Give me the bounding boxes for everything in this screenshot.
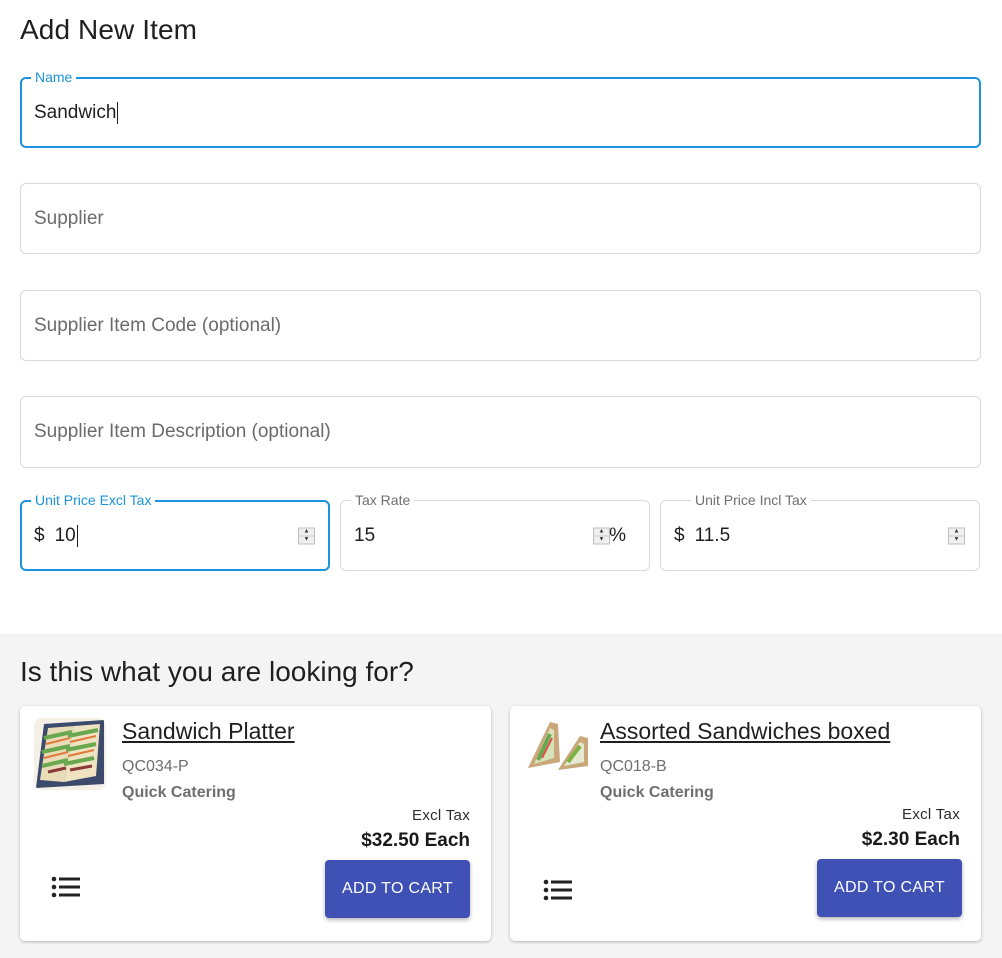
name-input[interactable]: Sandwich (34, 101, 119, 124)
product-code: QC018-B (600, 758, 667, 775)
percent-suffix: % (609, 524, 626, 546)
supplier-placeholder: Supplier (34, 207, 104, 229)
product-supplier: Quick Catering (122, 784, 236, 801)
supplier-field[interactable]: Supplier (20, 183, 981, 254)
unit-price-incl-tax-input[interactable]: $ 11.5 (674, 525, 730, 547)
unit-price-excl-tax-label: Unit Price Excl Tax (31, 492, 156, 508)
tax-rate-field[interactable]: Tax Rate 15 ▲ ▼ % (340, 492, 650, 571)
name-field[interactable]: Name Sandwich (20, 69, 981, 148)
tax-note: Excl Tax (412, 807, 470, 824)
text-caret (76, 524, 78, 547)
unit-price-excl-tax-field[interactable]: Unit Price Excl Tax $ 10 ▲ ▼ (20, 492, 330, 571)
tax-rate-input[interactable]: 15 (354, 525, 375, 547)
spin-up-icon[interactable]: ▲ (594, 528, 609, 536)
spin-up-icon[interactable]: ▲ (949, 528, 964, 536)
unit-price-excl-tax-input[interactable]: $ 10 (34, 524, 78, 547)
unit-price-excl-tax-value: 10 (54, 524, 76, 546)
product-card: Sandwich Platter QC034-P Quick Catering … (20, 706, 491, 941)
list-icon[interactable] (542, 876, 576, 904)
supplier-item-code-field[interactable]: Supplier Item Code (optional) (20, 290, 981, 361)
name-value: Sandwich (34, 101, 117, 123)
name-label: Name (31, 69, 77, 85)
tax-rate-label: Tax Rate (351, 492, 415, 508)
supplier-item-description-field[interactable]: Supplier Item Description (optional) (20, 396, 981, 468)
spin-down-icon[interactable]: ▼ (299, 536, 314, 543)
add-to-cart-button[interactable]: ADD TO CART (325, 860, 470, 918)
product-name-link[interactable]: Assorted Sandwiches boxed (600, 718, 890, 745)
product-supplier: Quick Catering (600, 784, 714, 801)
product-price: $2.30 Each (861, 829, 960, 850)
page-title: Add New Item (20, 14, 198, 45)
tax-rate-value: 15 (354, 524, 376, 546)
spin-down-icon[interactable]: ▼ (594, 536, 609, 543)
number-spinner[interactable]: ▲ ▼ (948, 527, 965, 544)
suggestions-section: Is this what you are looking for? Sandwi… (0, 634, 1002, 958)
spin-down-icon[interactable]: ▼ (949, 536, 964, 543)
add-item-form: Add New Item Name Sandwich Supplier Supp… (0, 0, 1002, 634)
unit-price-incl-tax-label: Unit Price Incl Tax (691, 492, 811, 508)
text-caret (117, 101, 119, 124)
number-spinner[interactable]: ▲ ▼ (593, 527, 610, 544)
product-code: QC034-P (122, 758, 189, 775)
dollar-prefix: $ (674, 524, 685, 546)
suggestions-title: Is this what you are looking for? (20, 656, 414, 687)
unit-price-incl-tax-field[interactable]: Unit Price Incl Tax $ 11.5 ▲ ▼ (660, 492, 980, 571)
product-price: $32.50 Each (361, 830, 470, 851)
product-card: Assorted Sandwiches boxed QC018-B Quick … (510, 706, 981, 941)
unit-price-incl-tax-value: 11.5 (694, 524, 731, 546)
dollar-prefix: $ (34, 524, 45, 546)
supplier-item-description-placeholder: Supplier Item Description (optional) (34, 421, 331, 442)
tax-note: Excl Tax (902, 806, 960, 823)
product-name-link[interactable]: Sandwich Platter (122, 718, 295, 745)
list-icon[interactable] (50, 873, 84, 901)
number-spinner[interactable]: ▲ ▼ (298, 527, 315, 544)
add-to-cart-button[interactable]: ADD TO CART (817, 859, 962, 917)
supplier-item-code-placeholder: Supplier Item Code (optional) (34, 314, 282, 336)
spin-up-icon[interactable]: ▲ (299, 528, 314, 536)
product-image-assorted-sandwiches-boxed (524, 716, 596, 788)
product-image-sandwich-platter (34, 718, 106, 790)
